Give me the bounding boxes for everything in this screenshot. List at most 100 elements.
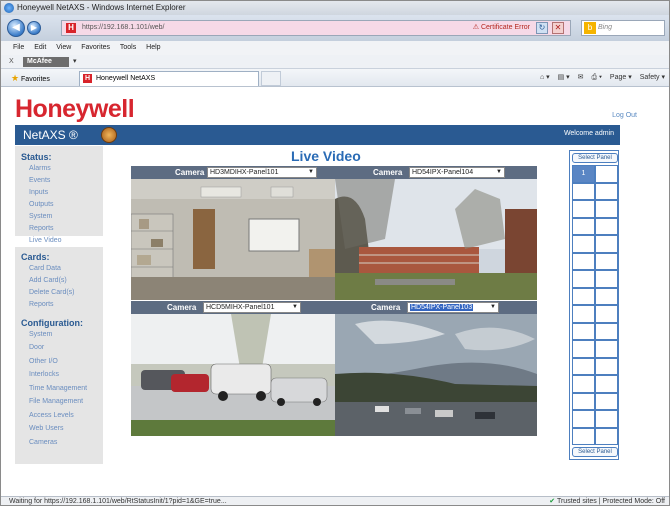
panel-cell[interactable]: [595, 165, 618, 183]
camera-header-4: Camera HD54IPX-Panel103 ▼: [335, 301, 537, 314]
sidebar-item-add-cards[interactable]: Add Card(s): [29, 277, 67, 284]
panel-cell[interactable]: [595, 217, 618, 235]
panel-cell[interactable]: [595, 357, 618, 375]
panel-cell[interactable]: [595, 235, 618, 253]
panel-cell[interactable]: [595, 392, 618, 410]
menu-view[interactable]: View: [56, 44, 71, 51]
safety-menu[interactable]: Safety ▾: [640, 74, 665, 81]
feeds-icon[interactable]: ▤ ▾: [558, 74, 570, 81]
panel-cell[interactable]: [572, 340, 595, 358]
panel-cell[interactable]: [572, 427, 595, 445]
camera-header-1: Camera HD3MDIHX-Panel101 ▼: [131, 166, 335, 179]
star-icon: ★: [11, 73, 20, 83]
panel-cell[interactable]: [595, 340, 618, 358]
sidebar-item-outputs[interactable]: Outputs: [29, 201, 54, 208]
security-zone[interactable]: ✔ Trusted sites | Protected Mode: Off: [549, 497, 665, 505]
sidebar-item-events[interactable]: Events: [29, 177, 50, 184]
sidebar-item-reports[interactable]: Reports: [29, 225, 54, 232]
panel-cell[interactable]: [595, 287, 618, 305]
sidebar-item-time-management[interactable]: Time Management: [29, 385, 87, 392]
address-bar[interactable]: H https://192.168.1.101/web/ ⚠ Certifica…: [61, 20, 571, 36]
menu-file[interactable]: File: [13, 44, 24, 51]
page-menu[interactable]: Page ▾: [610, 74, 632, 81]
sidebar-item-alarms[interactable]: Alarms: [29, 165, 51, 172]
sidebar-item-live-video[interactable]: Live Video: [29, 237, 62, 244]
panel-cell[interactable]: [572, 305, 595, 323]
panel-cell[interactable]: [595, 200, 618, 218]
panel-cell[interactable]: [572, 252, 595, 270]
sidebar-item-interlocks[interactable]: Interlocks: [29, 371, 59, 378]
camera-select-1[interactable]: HD3MDIHX-Panel101 ▼: [207, 167, 317, 178]
panel-cell[interactable]: [572, 200, 595, 218]
panel-cell[interactable]: [572, 375, 595, 393]
camera-select-3[interactable]: HCD5MIHX-Panel101 ▼: [203, 302, 301, 313]
camera-select-1-value: HD3MDIHX-Panel101: [210, 169, 279, 176]
panel-cell[interactable]: [595, 270, 618, 288]
menu-tools[interactable]: Tools: [120, 44, 136, 51]
new-tab-button[interactable]: [261, 71, 281, 86]
sidebar-item-door[interactable]: Door: [29, 344, 44, 351]
camera-tile-1: Camera HD3MDIHX-Panel101 ▼: [131, 166, 335, 300]
panel-cell[interactable]: [595, 375, 618, 393]
menu-favorites[interactable]: Favorites: [81, 44, 110, 51]
web-page: Honeywell Log Out NetAXS ® Welcome admin…: [1, 88, 669, 496]
chevron-down-icon[interactable]: ▾: [73, 55, 77, 69]
sidebar-item-delete-cards[interactable]: Delete Card(s): [29, 289, 75, 296]
sidebar-item-file-management[interactable]: File Management: [29, 398, 83, 405]
sidebar-item-inputs[interactable]: Inputs: [29, 189, 48, 196]
certificate-error-button[interactable]: ⚠ Certificate Error: [473, 21, 530, 35]
camera-label-2: Camera: [373, 168, 403, 177]
camera-feed-1: [131, 179, 335, 300]
panel-cell[interactable]: [595, 182, 618, 200]
status-bar: Waiting for https://192.168.1.101/web/Rt…: [1, 496, 669, 505]
search-input[interactable]: b Bing: [581, 20, 665, 36]
panel-cell[interactable]: [572, 322, 595, 340]
panel-cell[interactable]: [572, 217, 595, 235]
panel-cell[interactable]: [572, 287, 595, 305]
brand-label: NetAXS ®: [23, 128, 78, 142]
mcafee-button[interactable]: McAfee: [23, 57, 69, 67]
stop-icon[interactable]: ✕: [552, 22, 564, 34]
panel-cell[interactable]: [595, 252, 618, 270]
panel-cell[interactable]: [572, 235, 595, 253]
panel-cell[interactable]: [595, 322, 618, 340]
panel-cell[interactable]: [572, 392, 595, 410]
sidebar-item-system[interactable]: System: [29, 213, 52, 220]
favorites-button[interactable]: ★ Favorites: [11, 69, 50, 89]
sidebar-item-cameras[interactable]: Cameras: [29, 439, 57, 446]
select-panel-top-button[interactable]: Select Panel: [572, 153, 618, 163]
status-text: Waiting for https://192.168.1.101/web/Rt…: [9, 498, 227, 505]
back-button[interactable]: ◀: [7, 19, 25, 37]
window-title: Honeywell NetAXS - Windows Internet Expl…: [17, 3, 186, 12]
logout-link[interactable]: Log Out: [612, 112, 637, 119]
mail-icon[interactable]: ✉: [578, 74, 584, 81]
panel-cell[interactable]: [595, 427, 618, 445]
sidebar-item-web-users[interactable]: Web Users: [29, 425, 64, 432]
panel-cell-1[interactable]: 1: [572, 165, 595, 183]
forward-button[interactable]: ▶: [27, 21, 41, 35]
sidebar-item-card-reports[interactable]: Reports: [29, 301, 54, 308]
panel-cell[interactable]: [595, 305, 618, 323]
select-panel-bottom-button[interactable]: Select Panel: [572, 447, 618, 457]
print-icon[interactable]: ⎙ ▾: [591, 74, 602, 81]
settings-icon[interactable]: [101, 127, 117, 143]
panel-cell[interactable]: [572, 410, 595, 428]
sidebar-item-other-io[interactable]: Other I/O: [29, 358, 58, 365]
sidebar-item-card-data[interactable]: Card Data: [29, 265, 61, 272]
camera-select-4[interactable]: HD54IPX-Panel103 ▼: [407, 302, 499, 313]
panel-cell[interactable]: [595, 410, 618, 428]
refresh-icon[interactable]: ↻: [536, 22, 548, 34]
home-icon[interactable]: ⌂ ▾: [540, 74, 550, 81]
close-toolbar-icon[interactable]: X: [9, 55, 14, 69]
panel-cell[interactable]: [572, 270, 595, 288]
sidebar-item-access-levels[interactable]: Access Levels: [29, 412, 74, 419]
menu-edit[interactable]: Edit: [34, 44, 46, 51]
camera-select-2[interactable]: HD54IPX-Panel104 ▼: [409, 167, 505, 178]
panel-cell[interactable]: [572, 357, 595, 375]
welcome-text: Welcome admin: [563, 130, 614, 137]
browser-tab[interactable]: H Honeywell NetAXS: [79, 71, 259, 86]
camera-select-4-value: HD54IPX-Panel103: [410, 304, 474, 311]
menu-help[interactable]: Help: [146, 44, 160, 51]
sidebar-item-config-system[interactable]: System: [29, 331, 52, 338]
panel-cell[interactable]: [572, 182, 595, 200]
